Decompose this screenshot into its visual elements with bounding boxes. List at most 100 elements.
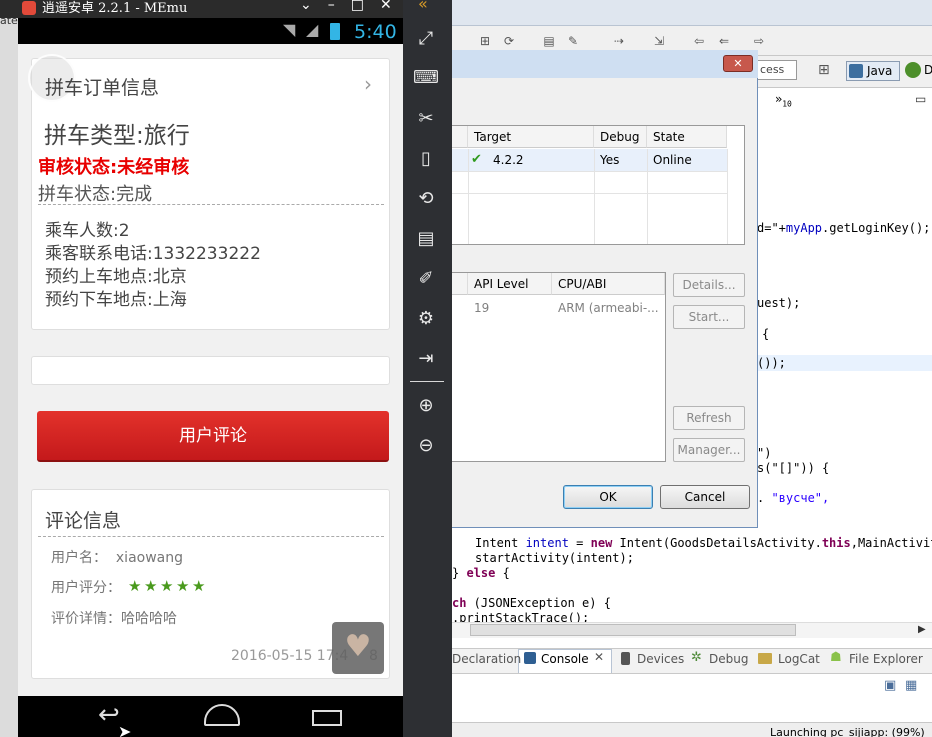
brush-tool-icon[interactable]: ✐ bbox=[412, 265, 440, 293]
passenger-count: 乘车人数:2 bbox=[45, 221, 130, 241]
grid-line bbox=[452, 171, 727, 172]
background-window-strip bbox=[0, 0, 18, 737]
manager-button[interactable]: Manager... bbox=[673, 438, 745, 462]
comment-username: 用户名： xiaowang bbox=[51, 550, 184, 566]
volume-down-icon[interactable]: ⊖ bbox=[412, 432, 440, 460]
open-perspective-icon[interactable]: ⊞ bbox=[818, 62, 830, 78]
scissors-icon[interactable]: ✂ bbox=[412, 105, 440, 133]
emulator-title: 逍遥安卓 2.2.1 - MEmu bbox=[42, 1, 188, 16]
star-icon: ★ bbox=[192, 577, 206, 595]
mouse-cursor-icon: ➤ bbox=[118, 722, 132, 737]
code-line: uest); bbox=[757, 296, 801, 310]
tab-debug[interactable]: Debug bbox=[709, 652, 748, 666]
tab-console[interactable]: Console bbox=[541, 652, 589, 666]
cancel-button[interactable]: Cancel bbox=[660, 485, 750, 509]
column-header-debug[interactable]: Debug bbox=[594, 126, 647, 148]
minimize-editor-icon[interactable]: ▭ bbox=[915, 92, 926, 106]
tab-declaration[interactable]: Declaration bbox=[452, 652, 521, 666]
rating-stars: ★ ★ ★ ★ ★ bbox=[128, 576, 208, 595]
star-icon: ★ bbox=[128, 577, 142, 595]
avd-api-level: 19 bbox=[474, 301, 490, 315]
comment-rating-label: 用户评分： bbox=[51, 580, 121, 596]
grid-line bbox=[594, 149, 595, 244]
code-line: } else { bbox=[452, 566, 510, 580]
brush-icon[interactable]: ✎ bbox=[566, 34, 580, 48]
folder-icon[interactable]: ▤ bbox=[542, 34, 556, 48]
tab-file-explorer[interactable]: File Explorer bbox=[849, 652, 923, 666]
device-debug: Yes bbox=[600, 153, 620, 167]
forward-icon[interactable]: ⇨ bbox=[752, 34, 766, 48]
close-window-button[interactable]: ✕ bbox=[380, 0, 408, 13]
window-controls[interactable]: ⌄–□✕ bbox=[300, 0, 408, 13]
chevron-right-icon[interactable]: › bbox=[364, 72, 372, 96]
carpool-type: 拼车类型:旅行 bbox=[44, 123, 190, 149]
console-clear-icon[interactable]: ▣ bbox=[884, 678, 896, 693]
details-button[interactable]: Details... bbox=[673, 273, 745, 297]
dropoff-location: 预约下车地点:上海 bbox=[45, 290, 187, 310]
android-icon: ☗ bbox=[830, 650, 842, 665]
console-icon bbox=[524, 652, 536, 664]
grid-line bbox=[727, 149, 728, 244]
divider bbox=[38, 536, 384, 537]
code-line: ()); bbox=[757, 356, 786, 370]
nav-icon[interactable]: ⇢ bbox=[612, 34, 626, 48]
minimize-window-button[interactable]: – bbox=[328, 0, 351, 13]
code-line: startActivity(intent); bbox=[475, 551, 634, 565]
scrollbar-thumb[interactable] bbox=[470, 624, 796, 636]
collapse-icon[interactable]: « bbox=[418, 0, 428, 13]
user-review-button[interactable]: 用户评论 bbox=[37, 411, 389, 462]
debug-perspective-icon[interactable] bbox=[905, 62, 921, 78]
code-line: { bbox=[762, 327, 770, 341]
avd-cpu-abi: ARM (armeabi-... bbox=[558, 301, 659, 315]
code-line: ch (JSONException e) { bbox=[452, 596, 611, 610]
dialog-title-bar bbox=[452, 50, 758, 78]
code-line: s("[]")) { bbox=[757, 461, 830, 475]
heart-icon: ♥ bbox=[344, 629, 372, 664]
grid-line bbox=[452, 193, 727, 194]
shake-icon[interactable]: ▯ bbox=[412, 145, 440, 173]
android-status-bar bbox=[18, 18, 403, 44]
start-button[interactable]: Start... bbox=[673, 305, 745, 329]
column-header-api-level[interactable]: API Level bbox=[468, 273, 552, 295]
device-target: 4.2.2 bbox=[493, 153, 524, 167]
back-arrow-icon[interactable]: ⇦ bbox=[692, 34, 706, 48]
back-history-icon[interactable]: ⇐ bbox=[717, 34, 731, 48]
column-header-state[interactable]: State bbox=[647, 126, 727, 148]
device-state: Online bbox=[653, 153, 692, 167]
star-icon: ★ bbox=[176, 577, 190, 595]
rotate-icon[interactable]: ⟲ bbox=[412, 185, 440, 213]
dropdown-window-button[interactable]: ⌄ bbox=[300, 0, 328, 13]
fullscreen-icon[interactable]: ⤢ bbox=[412, 25, 440, 53]
divider bbox=[38, 204, 384, 205]
desktop: ⊞ ⟳ ▤ ✎ ⇢ ⇲ ⇦ ⇐ ⇨ cess ⊞ Java D »10 ▭ d=… bbox=[0, 0, 932, 737]
column-header-cpu-abi[interactable]: CPU/ABI bbox=[552, 273, 665, 295]
scroll-right-icon[interactable]: ▶ bbox=[918, 624, 926, 635]
keyboard-icon[interactable]: ⌨ bbox=[412, 64, 440, 92]
ok-button[interactable]: OK bbox=[563, 485, 653, 509]
settings-gear-icon[interactable]: ⚙ bbox=[412, 305, 440, 333]
console-output[interactable] bbox=[452, 674, 932, 722]
exit-icon[interactable]: ⇥ bbox=[412, 345, 440, 373]
refresh-icon[interactable]: ⟳ bbox=[502, 34, 516, 48]
volume-up-icon[interactable]: ⊕ bbox=[412, 392, 440, 420]
maximize-window-button[interactable]: □ bbox=[351, 0, 380, 13]
code-line: Intent intent = new Intent(GoodsDetailsA… bbox=[475, 536, 932, 550]
nav-recent-icon[interactable] bbox=[312, 710, 342, 726]
nav2-icon[interactable]: ⇲ bbox=[652, 34, 666, 48]
nav-back-icon[interactable]: ↩ bbox=[98, 700, 120, 730]
build-icon[interactable]: ⊞ bbox=[478, 34, 492, 48]
signal-icon: ◢ bbox=[306, 20, 319, 39]
grid-line bbox=[468, 149, 469, 244]
column-header bbox=[452, 126, 468, 148]
dialog-close-button[interactable]: ✕ bbox=[723, 55, 753, 72]
tab-logcat[interactable]: LogCat bbox=[778, 652, 820, 666]
close-tab-icon[interactable]: ✕ bbox=[594, 650, 604, 664]
apk-icon[interactable]: ▤ bbox=[412, 225, 440, 253]
quick-access-input[interactable]: cess bbox=[757, 60, 797, 80]
java-perspective-icon bbox=[849, 64, 863, 78]
refresh-button[interactable]: Refresh bbox=[673, 406, 745, 430]
console-pin-icon[interactable]: ▦ bbox=[905, 678, 917, 693]
column-header-target[interactable]: Target bbox=[468, 126, 594, 148]
tab-devices[interactable]: Devices bbox=[637, 652, 684, 666]
logcat-icon bbox=[758, 653, 772, 664]
